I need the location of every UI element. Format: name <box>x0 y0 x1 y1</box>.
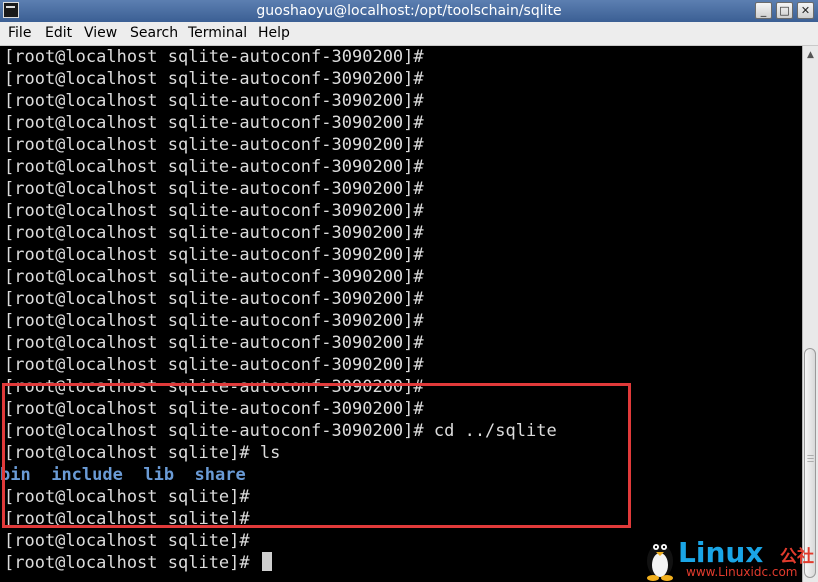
terminal-line: [root@localhost sqlite-autoconf-3090200]… <box>4 157 424 177</box>
terminal-line-current: [root@localhost sqlite]# <box>4 552 272 574</box>
terminal-line: [root@localhost sqlite-autoconf-3090200]… <box>4 333 424 353</box>
menu-bar: File Edit View Search Terminal Help <box>0 22 818 46</box>
window-title: guoshaoyu@localhost:/opt/toolschain/sqli… <box>256 3 562 19</box>
terminal-app-icon[interactable] <box>3 2 19 18</box>
watermark-url: www.Linuxidc.com <box>686 565 798 579</box>
maximize-button[interactable]: □ <box>776 2 793 19</box>
vertical-scrollbar[interactable]: ▲ — — — <box>802 46 818 582</box>
terminal-line: [root@localhost sqlite-autoconf-3090200]… <box>4 311 424 331</box>
terminal-line: [root@localhost sqlite-autoconf-3090200]… <box>4 355 424 375</box>
menu-edit[interactable]: Edit <box>45 25 72 41</box>
terminal-line: [root@localhost sqlite]# <box>4 531 250 551</box>
terminal-line: [root@localhost sqlite-autoconf-3090200]… <box>4 135 424 155</box>
menu-help[interactable]: Help <box>258 25 290 41</box>
linuxidc-watermark: Linux 公社 www.Linuxidc.com <box>640 534 818 582</box>
terminal-line: [root@localhost sqlite-autoconf-3090200]… <box>4 179 424 199</box>
text-cursor <box>261 552 272 571</box>
terminal-line: [root@localhost sqlite-autoconf-3090200]… <box>4 47 424 67</box>
minimize-button[interactable]: _ <box>755 2 772 19</box>
terminal-line: [root@localhost sqlite-autoconf-3090200]… <box>4 289 424 309</box>
window-titlebar: guoshaoyu@localhost:/opt/toolschain/sqli… <box>0 0 818 22</box>
menu-terminal[interactable]: Terminal <box>188 25 247 41</box>
red-highlight-annotation <box>2 383 631 528</box>
grip-icon: — — — <box>807 451 814 465</box>
terminal-line: [root@localhost sqlite-autoconf-3090200]… <box>4 91 424 111</box>
terminal-line: [root@localhost sqlite-autoconf-3090200]… <box>4 245 424 265</box>
menu-view[interactable]: View <box>84 25 117 41</box>
terminal-line: [root@localhost sqlite-autoconf-3090200]… <box>4 201 424 221</box>
terminal-line: [root@localhost sqlite-autoconf-3090200]… <box>4 267 424 287</box>
watermark-brand-cn: 公社 <box>780 547 814 567</box>
close-button[interactable]: ✕ <box>797 2 814 19</box>
menu-search[interactable]: Search <box>130 25 178 41</box>
terminal-line: [root@localhost sqlite-autoconf-3090200]… <box>4 223 424 243</box>
menu-file[interactable]: File <box>8 25 31 41</box>
penguin-logo-icon <box>647 544 673 581</box>
scroll-up-arrow-icon[interactable]: ▲ <box>803 48 818 62</box>
terminal-line: [root@localhost sqlite-autoconf-3090200]… <box>4 113 424 133</box>
terminal-line: [root@localhost sqlite-autoconf-3090200]… <box>4 69 424 89</box>
